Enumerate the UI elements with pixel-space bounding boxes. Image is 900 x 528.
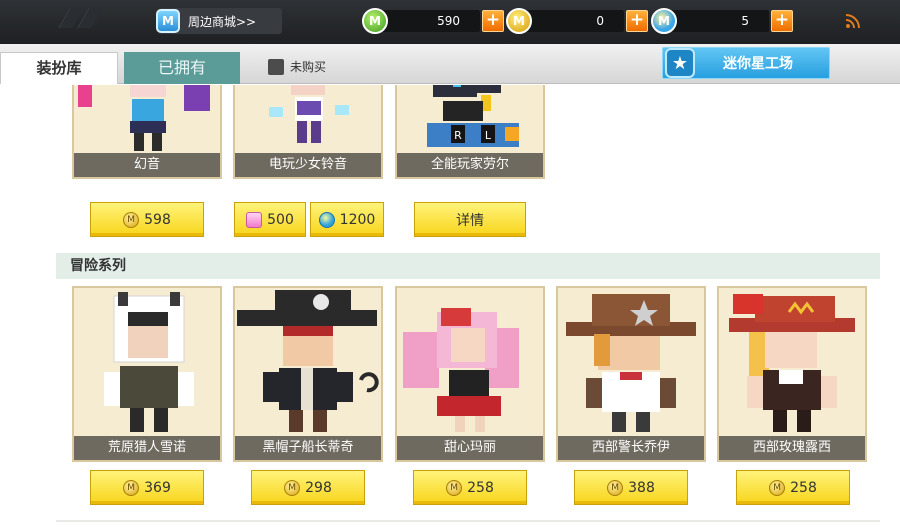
- buy-button[interactable]: M 298: [251, 470, 365, 505]
- buy-button[interactable]: M 258: [413, 470, 527, 505]
- star-coin-icon: M: [651, 8, 677, 34]
- skin-figure-image: [558, 288, 704, 436]
- add-star-coin-button[interactable]: +: [771, 10, 793, 32]
- buy-button[interactable]: M 598: [90, 202, 204, 237]
- skin-figure-image: [397, 288, 543, 436]
- skin-card[interactable]: 幻音: [72, 85, 222, 179]
- price-value: 1200: [339, 211, 376, 228]
- currency-star-coin: M 5 +: [651, 8, 793, 34]
- svg-text:L: L: [485, 129, 492, 142]
- currency-gold-coin: M 0 +: [506, 8, 648, 34]
- price-value: 258: [790, 479, 817, 496]
- tab-wardrobe[interactable]: 装扮库: [0, 52, 118, 84]
- skin-figure-image: [74, 85, 220, 153]
- unpurchased-filter[interactable]: 未购买: [268, 58, 326, 75]
- buy-button[interactable]: M 258: [736, 470, 850, 505]
- skin-card[interactable]: 西部玫瑰露西: [717, 286, 867, 462]
- tab-bar: 装扮库 已拥有 未购买 ★ 迷你星工场: [0, 44, 900, 84]
- skin-card[interactable]: 西部警长乔伊: [556, 286, 706, 462]
- buy-button[interactable]: M 369: [90, 470, 204, 505]
- price-value: 369: [144, 479, 171, 496]
- details-label: 详情: [456, 212, 484, 229]
- top-bar: M 周边商城>> M 590 + M 0 + M 5 +: [0, 0, 900, 44]
- buy-button-star[interactable]: 1200: [310, 202, 384, 237]
- currency-green-gem: M 590 +: [362, 8, 504, 34]
- skin-card[interactable]: 黑帽子船长蒂奇: [233, 286, 383, 462]
- pink-cube-icon: [246, 211, 263, 228]
- skin-card[interactable]: 甜心玛丽: [395, 286, 545, 462]
- gold-coin-icon: M: [506, 8, 532, 34]
- shopping-bag-icon: M: [156, 9, 180, 33]
- star-coin-amount: 5: [667, 10, 769, 32]
- gold-coin-icon: M: [123, 479, 140, 496]
- add-gold-coin-button[interactable]: +: [626, 10, 648, 32]
- skin-name: 西部玫瑰露西: [719, 436, 865, 460]
- buy-button-cube[interactable]: 500: [234, 202, 306, 237]
- skin-card[interactable]: 电玩少女铃音: [233, 85, 383, 179]
- add-green-gem-button[interactable]: +: [482, 10, 504, 32]
- gold-coin-icon: M: [769, 479, 786, 496]
- skin-name: 全能玩家劳尔: [397, 153, 543, 177]
- details-button[interactable]: 详情: [414, 202, 526, 237]
- skin-name: 黑帽子船长蒂奇: [235, 436, 381, 460]
- skin-list[interactable]: 幻音 M 598 电玩少女铃音 500 1200 R L 全能玩家劳尔 详情 冒…: [0, 85, 900, 528]
- gold-coin-icon: M: [123, 211, 140, 228]
- skin-figure-image: [235, 85, 381, 153]
- tab-owned[interactable]: 已拥有: [124, 52, 240, 84]
- buy-button[interactable]: M 388: [574, 470, 688, 505]
- gold-coin-amount: 0: [522, 10, 624, 32]
- green-gem-amount: 590: [378, 10, 480, 32]
- price-value: 598: [144, 211, 171, 228]
- mini-workshop-label: 迷你星工场: [723, 56, 793, 72]
- skin-figure-image: [235, 288, 381, 436]
- signal-icon: [845, 14, 860, 32]
- gold-coin-icon: M: [607, 479, 624, 496]
- unpurchased-label: 未购买: [290, 60, 327, 74]
- skin-figure-image: [74, 288, 220, 436]
- price-value: 500: [267, 211, 294, 228]
- gold-coin-icon: M: [446, 479, 463, 496]
- price-value: 298: [305, 479, 332, 496]
- skin-name: 荒原猎人雪诺: [74, 436, 220, 460]
- skin-figure-image: [719, 288, 865, 436]
- mini-workshop-button[interactable]: ★ 迷你星工场: [662, 47, 830, 79]
- svg-text:R: R: [454, 129, 462, 142]
- skin-figure-image: R L: [397, 85, 543, 153]
- merch-shop-button[interactable]: M 周边商城>>: [156, 8, 282, 34]
- skin-name: 幻音: [74, 153, 220, 177]
- skin-name: 西部警长乔伊: [558, 436, 704, 460]
- skin-name: 电玩少女铃音: [235, 153, 381, 177]
- unpurchased-checkbox[interactable]: [268, 58, 284, 75]
- divider: [56, 520, 880, 522]
- skin-card[interactable]: 荒原猎人雪诺: [72, 286, 222, 462]
- skin-card[interactable]: R L 全能玩家劳尔: [395, 85, 545, 179]
- skin-name: 甜心玛丽: [397, 436, 543, 460]
- merch-shop-label: 周边商城>>: [188, 14, 257, 29]
- star-icon: ★: [665, 48, 695, 78]
- decorative-stripes: [58, 8, 103, 32]
- price-value: 388: [628, 479, 655, 496]
- green-gem-icon: M: [362, 8, 388, 34]
- section-title-adventure: 冒险系列: [56, 253, 880, 279]
- gold-coin-icon: M: [284, 479, 301, 496]
- price-value: 258: [467, 479, 494, 496]
- star-coin-icon: [318, 211, 335, 228]
